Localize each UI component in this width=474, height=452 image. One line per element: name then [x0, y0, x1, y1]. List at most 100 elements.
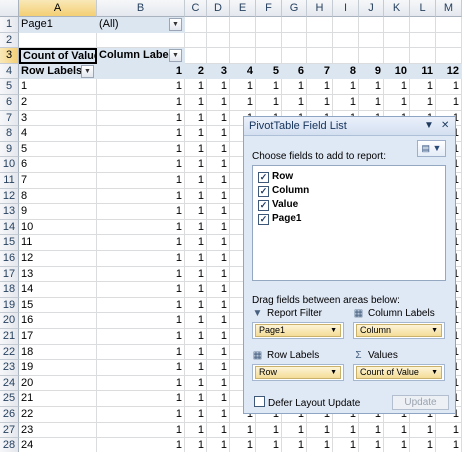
column-value-header[interactable]: 3 — [207, 63, 230, 80]
value-cell[interactable]: 1 — [207, 360, 230, 376]
value-cell[interactable]: 1 — [436, 438, 462, 452]
grid-cell[interactable] — [185, 32, 207, 49]
row-header-4[interactable]: 4 — [0, 63, 19, 80]
values-field-pill[interactable]: Count of Value ▼ — [356, 366, 442, 379]
value-cell[interactable]: 1 — [97, 204, 185, 220]
value-cell[interactable]: 1 — [97, 235, 185, 251]
column-header-d[interactable]: D — [207, 0, 230, 17]
value-cell[interactable]: 1 — [185, 407, 207, 423]
value-cell[interactable]: 1 — [97, 313, 185, 329]
grid-cell[interactable] — [307, 32, 333, 49]
value-cell[interactable]: 1 — [207, 220, 230, 236]
row-header-21[interactable]: 21 — [0, 329, 19, 345]
value-cell[interactable]: 1 — [185, 267, 207, 283]
grid-cell[interactable] — [359, 17, 384, 33]
value-cell[interactable]: 1 — [207, 329, 230, 345]
row-header-22[interactable]: 22 — [0, 344, 19, 361]
column-value-header[interactable]: 8 — [333, 63, 359, 80]
value-cell[interactable]: 1 — [97, 157, 185, 173]
value-cell[interactable]: 1 — [97, 438, 185, 452]
grid-cell[interactable] — [207, 17, 230, 33]
value-cell[interactable]: 1 — [207, 298, 230, 314]
value-cell[interactable]: 1 — [185, 157, 207, 173]
value-cell[interactable]: 1 — [359, 438, 384, 452]
value-cell[interactable]: 1 — [410, 423, 436, 439]
row-labels-field-pill[interactable]: Row ▼ — [255, 366, 341, 379]
value-cell[interactable]: 1 — [230, 79, 256, 95]
grid-cell[interactable] — [185, 48, 207, 64]
value-cell[interactable]: 1 — [282, 438, 307, 452]
row-header-28[interactable]: 28 — [0, 438, 19, 452]
value-cell[interactable]: 1 — [97, 142, 185, 158]
value-cell[interactable]: 1 — [207, 126, 230, 142]
value-cell[interactable]: 1 — [185, 173, 207, 189]
row-header-19[interactable]: 19 — [0, 297, 19, 314]
row-label-cell[interactable]: 19 — [19, 360, 97, 376]
value-cell[interactable]: 1 — [207, 438, 230, 452]
row-header-16[interactable]: 16 — [0, 251, 19, 267]
value-cell[interactable]: 1 — [97, 423, 185, 439]
row-label-cell[interactable]: 3 — [19, 111, 97, 127]
row-header-14[interactable]: 14 — [0, 219, 19, 236]
row-header-13[interactable]: 13 — [0, 204, 19, 220]
value-cell[interactable]: 1 — [97, 267, 185, 283]
row-header-24[interactable]: 24 — [0, 375, 19, 392]
grid-cell[interactable] — [410, 17, 436, 33]
value-cell[interactable]: 1 — [97, 251, 185, 267]
grid-cell[interactable] — [282, 32, 307, 49]
value-cell[interactable]: 1 — [185, 345, 207, 361]
value-cell[interactable]: 1 — [207, 111, 230, 127]
column-header-c[interactable]: C — [185, 0, 207, 17]
value-cell[interactable]: 1 — [307, 79, 333, 95]
value-cell[interactable]: 1 — [207, 235, 230, 251]
grid-cell[interactable] — [97, 32, 185, 49]
field-checkbox[interactable]: ✓ — [258, 200, 269, 211]
row-header-6[interactable]: 6 — [0, 95, 19, 111]
value-cell[interactable]: 1 — [307, 438, 333, 452]
column-labels-field-pill[interactable]: Column ▼ — [356, 324, 442, 337]
column-value-header[interactable]: 12 — [436, 63, 462, 80]
value-cell[interactable]: 1 — [97, 360, 185, 376]
value-cell[interactable]: 1 — [256, 95, 282, 111]
count-of-value-cell[interactable]: Count of Value — [19, 48, 97, 64]
value-cell[interactable]: 1 — [256, 423, 282, 439]
grid-cell[interactable] — [410, 48, 436, 64]
row-header-8[interactable]: 8 — [0, 126, 19, 142]
column-value-header[interactable]: 10 — [384, 63, 410, 80]
value-cell[interactable]: 1 — [207, 391, 230, 407]
grid-cell[interactable] — [230, 32, 256, 49]
value-cell[interactable]: 1 — [207, 407, 230, 423]
value-cell[interactable]: 1 — [97, 95, 185, 111]
field-column[interactable]: ✓ Column — [258, 184, 309, 197]
value-cell[interactable]: 1 — [185, 189, 207, 205]
value-cell[interactable]: 1 — [185, 251, 207, 267]
column-value-header[interactable]: 1 — [97, 63, 185, 80]
row-label-cell[interactable]: 22 — [19, 407, 97, 423]
value-cell[interactable]: 1 — [436, 79, 462, 95]
column-header-i[interactable]: I — [333, 0, 359, 17]
value-cell[interactable]: 1 — [97, 126, 185, 142]
value-cell[interactable]: 1 — [207, 95, 230, 111]
value-cell[interactable]: 1 — [282, 95, 307, 111]
row-label-cell[interactable]: 7 — [19, 173, 97, 189]
row-label-cell[interactable]: 17 — [19, 329, 97, 345]
column-labels-dropdown-icon[interactable]: ▼ — [169, 49, 182, 63]
value-cell[interactable]: 1 — [185, 204, 207, 220]
grid-cell[interactable] — [256, 17, 282, 33]
value-cell[interactable]: 1 — [97, 345, 185, 361]
value-cell[interactable]: 1 — [185, 391, 207, 407]
row-label-cell[interactable]: 4 — [19, 126, 97, 142]
value-cell[interactable]: 1 — [359, 79, 384, 95]
column-header-m[interactable]: M — [436, 0, 462, 17]
column-header-b[interactable]: B — [97, 0, 185, 17]
row-label-cell[interactable]: 5 — [19, 142, 97, 158]
value-cell[interactable]: 1 — [207, 313, 230, 329]
row-label-cell[interactable]: 6 — [19, 157, 97, 173]
value-cell[interactable]: 1 — [333, 423, 359, 439]
value-cell[interactable]: 1 — [207, 79, 230, 95]
value-cell[interactable]: 1 — [97, 282, 185, 298]
value-cell[interactable]: 1 — [282, 79, 307, 95]
row-header-27[interactable]: 27 — [0, 422, 19, 439]
column-labels-area[interactable]: Column ▼ — [353, 322, 445, 339]
filter-dropdown-icon[interactable]: ▼ — [169, 18, 182, 31]
